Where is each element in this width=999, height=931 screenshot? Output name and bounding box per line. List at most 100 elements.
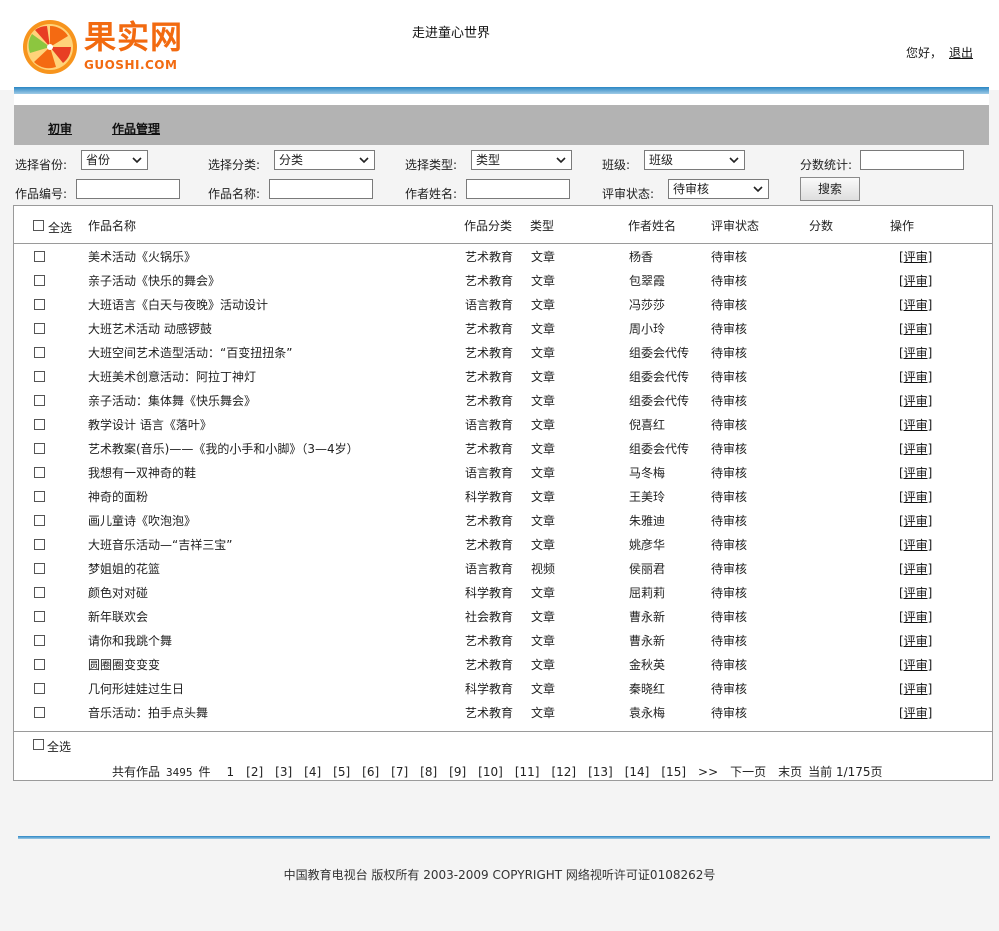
work-category-cell: 科学教育: [465, 682, 514, 696]
header-divider: [14, 87, 989, 94]
table-row: 教学设计 语言《落叶》 语言教育 文章 倪喜红 待审核 [评审]: [14, 412, 992, 436]
work-category-cell: 艺术教育: [465, 538, 514, 552]
page-link[interactable]: 1: [227, 765, 235, 779]
category-select[interactable]: 分类: [274, 150, 375, 170]
status-select[interactable]: 待审核: [668, 179, 769, 199]
row-checkbox[interactable]: [34, 467, 45, 478]
status-cell: 待审核: [711, 394, 748, 408]
review-link[interactable]: [评审]: [899, 584, 932, 601]
review-link[interactable]: [评审]: [899, 392, 932, 409]
status-cell: 待审核: [711, 418, 748, 432]
search-button[interactable]: 搜索: [800, 177, 860, 201]
work-type-cell: 文章: [531, 586, 556, 600]
author-cell: 金秋英: [629, 658, 666, 672]
review-link[interactable]: [评审]: [899, 272, 932, 289]
page-link[interactable]: [11]: [515, 765, 540, 779]
next-page-link[interactable]: 下一页: [730, 765, 766, 779]
review-link[interactable]: [评审]: [899, 440, 932, 457]
review-link[interactable]: [评审]: [899, 632, 932, 649]
page-link[interactable]: [12]: [551, 765, 576, 779]
work-name-label: 作品名称:: [208, 187, 261, 201]
review-link[interactable]: [评审]: [899, 464, 932, 481]
review-link[interactable]: [评审]: [899, 296, 932, 313]
row-checkbox[interactable]: [34, 539, 45, 550]
review-link[interactable]: [评审]: [899, 488, 932, 505]
row-checkbox[interactable]: [34, 323, 45, 334]
province-label: 选择省份:: [15, 158, 68, 172]
site-logo[interactable]: 果实网 GUOSHI.COM: [22, 16, 192, 78]
row-checkbox[interactable]: [34, 563, 45, 574]
page-link[interactable]: [3]: [275, 765, 292, 779]
row-checkbox[interactable]: [34, 611, 45, 622]
page-link[interactable]: [10]: [478, 765, 503, 779]
row-checkbox[interactable]: [34, 491, 45, 502]
row-checkbox[interactable]: [34, 275, 45, 286]
row-checkbox[interactable]: [34, 395, 45, 406]
logout-link[interactable]: 退出: [949, 44, 973, 61]
author-cell: 组委会代传: [629, 394, 690, 408]
row-checkbox[interactable]: [34, 707, 45, 718]
category-select-value: 分类: [279, 153, 304, 167]
author-cell: 包翠霞: [629, 274, 666, 288]
status-cell: 待审核: [711, 298, 748, 312]
author-input[interactable]: [466, 179, 570, 199]
score-input[interactable]: [860, 150, 964, 170]
page-link[interactable]: [8]: [420, 765, 437, 779]
row-checkbox[interactable]: [34, 587, 45, 598]
review-link[interactable]: [评审]: [899, 416, 932, 433]
author-cell: 屈莉莉: [629, 586, 666, 600]
nav-bar: 初审 作品管理: [14, 105, 989, 145]
page-link[interactable]: [4]: [304, 765, 321, 779]
row-checkbox[interactable]: [34, 515, 45, 526]
row-checkbox[interactable]: [34, 659, 45, 670]
work-name-input[interactable]: [269, 179, 373, 199]
review-link[interactable]: [评审]: [899, 512, 932, 529]
work-category-cell: 语言教育: [465, 466, 514, 480]
page-link[interactable]: [2]: [246, 765, 263, 779]
row-checkbox[interactable]: [34, 419, 45, 430]
work-type-cell: 文章: [531, 298, 556, 312]
nav-item-first-review[interactable]: 初审: [48, 120, 72, 137]
review-link[interactable]: [评审]: [899, 320, 932, 337]
select-all-checkbox[interactable]: [33, 220, 44, 231]
status-cell: 待审核: [711, 562, 748, 576]
select-all-checkbox-bottom[interactable]: [33, 739, 44, 750]
work-type-cell: 文章: [531, 634, 556, 648]
review-link[interactable]: [评审]: [899, 560, 932, 577]
review-link[interactable]: [评审]: [899, 344, 932, 361]
work-type-cell: 视频: [531, 562, 556, 576]
page-link[interactable]: [15]: [661, 765, 686, 779]
work-type-cell: 文章: [531, 346, 556, 360]
review-link[interactable]: [评审]: [899, 656, 932, 673]
review-link[interactable]: [评审]: [899, 704, 932, 721]
review-link[interactable]: [评审]: [899, 608, 932, 625]
last-page-link[interactable]: 末页: [778, 765, 802, 779]
work-no-input[interactable]: [76, 179, 180, 199]
page-link[interactable]: >>: [698, 765, 718, 779]
row-checkbox[interactable]: [34, 251, 45, 262]
row-checkbox[interactable]: [34, 371, 45, 382]
class-select[interactable]: 班级: [644, 150, 745, 170]
total-prefix: 共有作品: [112, 765, 161, 779]
page-link[interactable]: [14]: [625, 765, 650, 779]
page-link[interactable]: [9]: [449, 765, 466, 779]
review-link[interactable]: [评审]: [899, 368, 932, 385]
type-select[interactable]: 类型: [471, 150, 572, 170]
page-link[interactable]: [5]: [333, 765, 350, 779]
review-link[interactable]: [评审]: [899, 248, 932, 265]
row-checkbox[interactable]: [34, 347, 45, 358]
review-link[interactable]: [评审]: [899, 680, 932, 697]
province-select[interactable]: 省份: [81, 150, 148, 170]
table-row: 大班语言《白天与夜晚》活动设计 语言教育 文章 冯莎莎 待审核 [评审]: [14, 292, 992, 316]
row-checkbox[interactable]: [34, 443, 45, 454]
page-link[interactable]: [6]: [362, 765, 379, 779]
row-checkbox[interactable]: [34, 299, 45, 310]
page-link[interactable]: [7]: [391, 765, 408, 779]
row-checkbox[interactable]: [34, 635, 45, 646]
page-link[interactable]: [13]: [588, 765, 613, 779]
row-checkbox[interactable]: [34, 683, 45, 694]
nav-item-works-management[interactable]: 作品管理: [112, 120, 160, 137]
review-link[interactable]: [评审]: [899, 536, 932, 553]
work-category-cell: 艺术教育: [465, 514, 514, 528]
header: 果实网 GUOSHI.COM 走进童心世界 您好， 退出: [0, 0, 999, 90]
